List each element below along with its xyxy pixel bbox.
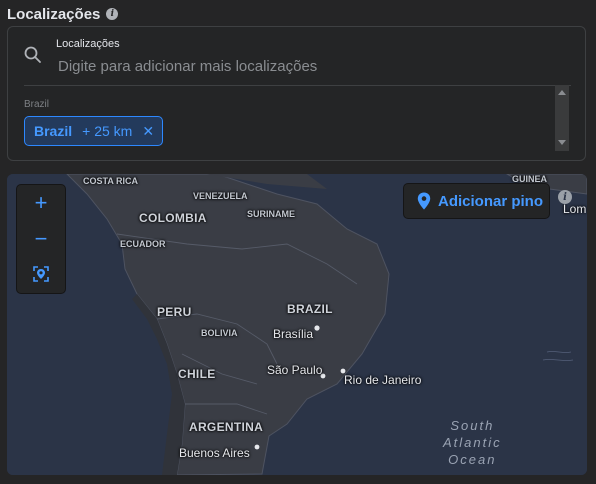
- scrollbar[interactable]: [555, 85, 569, 151]
- map-label-brazil: BRAZIL: [287, 302, 333, 316]
- location-pin-icon: [417, 192, 431, 210]
- ocean-line-3: Ocean: [448, 452, 497, 467]
- chip-name: Brazil: [34, 123, 73, 139]
- divider: [24, 85, 571, 86]
- add-pin-label: Adicionar pino: [438, 192, 543, 210]
- ocean-line-2: Atlantic: [443, 435, 502, 450]
- map-label-ocean: South Atlantic Ocean: [443, 417, 502, 468]
- close-icon[interactable]: ✕: [142, 123, 154, 140]
- map-label-chile: CHILE: [178, 367, 216, 381]
- map-info-icon[interactable]: i: [558, 190, 572, 204]
- scroll-up-arrow[interactable]: [558, 90, 566, 95]
- chip-radius[interactable]: + 25 km: [82, 123, 132, 139]
- map-label-venezuela: VENEZUELA: [193, 191, 248, 201]
- locate-button[interactable]: [17, 257, 65, 291]
- ocean-line-1: South: [450, 418, 495, 433]
- map-label-argentina: ARGENTINA: [189, 420, 264, 434]
- zoom-out-button[interactable]: −: [17, 222, 65, 256]
- scroll-down-arrow[interactable]: [558, 140, 566, 145]
- section-header: Localizações i: [7, 4, 119, 24]
- map-view[interactable]: COSTA RICA GUINEA VENEZUELA COLOMBIA SUR…: [7, 174, 587, 475]
- map-label-lom: Lom: [563, 202, 587, 216]
- locate-icon: [33, 266, 49, 282]
- add-pin-button[interactable]: Adicionar pino: [403, 183, 550, 219]
- selected-group-label: Brazil: [24, 99, 50, 110]
- map-label-costa-rica: COSTA RICA: [83, 176, 138, 186]
- location-chip-brazil[interactable]: Brazil + 25 km ✕: [24, 116, 163, 146]
- map-label-bolivia: BOLIVIA: [201, 328, 238, 338]
- map-label-suriname: SURINAME: [247, 209, 296, 219]
- map-label-peru: PERU: [157, 305, 192, 319]
- map-label-rio-de-janeiro: Rio de Janeiro: [344, 373, 422, 387]
- search-icon: [24, 46, 41, 63]
- section-title: Localizações: [7, 5, 101, 23]
- map-label-colombia: COLOMBIA: [139, 211, 207, 225]
- map-label-brasilia: Brasília: [273, 327, 314, 341]
- search-label: Localizações: [56, 38, 120, 50]
- map-label-buenos-aires: Buenos Aires: [179, 446, 250, 460]
- location-search-input[interactable]: [56, 55, 500, 77]
- map-label-sao-paulo: São Paulo: [267, 363, 323, 377]
- map-zoom-controls: + −: [16, 184, 66, 294]
- info-icon[interactable]: i: [106, 8, 119, 20]
- zoom-in-button[interactable]: +: [17, 186, 65, 220]
- map-label-ecuador: ECUADOR: [120, 239, 166, 249]
- locations-panel: Localizações Brazil Brazil + 25 km ✕: [7, 26, 586, 161]
